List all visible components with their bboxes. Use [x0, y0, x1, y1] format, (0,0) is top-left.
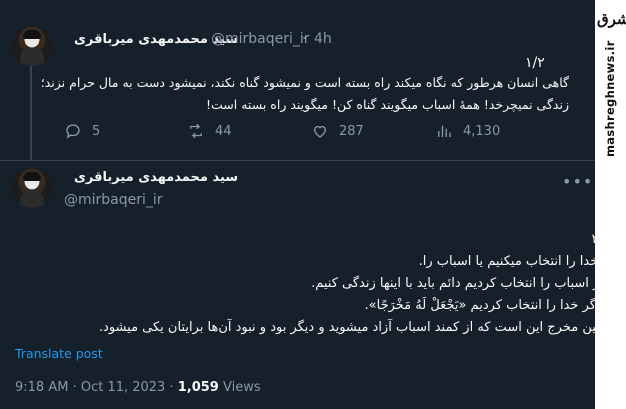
heart-icon — [314, 125, 326, 138]
display-name[interactable]: سید محمدمهدی میرباقری — [74, 170, 238, 185]
repost-count: 44 — [215, 123, 232, 139]
like-count: 287 — [339, 123, 364, 139]
watermark-strip: مشرق mashreghnews.ir — [595, 0, 626, 409]
post-metadata: 9:18 AM · Oct 11, 2023 · 1,059 Views — [15, 380, 261, 395]
tweet-line: اگر اسباب را انتخاب کردیم دائم باید با ا… — [311, 276, 610, 291]
reply-button[interactable]: 5 — [64, 122, 100, 140]
views-button[interactable]: 4,130 — [435, 122, 500, 140]
reply-count: 5 — [92, 123, 101, 139]
post-timestamp[interactable]: 9:18 AM · Oct 11, 2023 · — [15, 380, 178, 395]
time-separator: · — [302, 31, 307, 47]
tweet-text: گاهی انسان هرطور که نگاه میکند راه بسته … — [40, 75, 569, 112]
avatar[interactable] — [12, 168, 52, 208]
site-url: mashreghnews.ir — [603, 40, 617, 157]
turban-shape — [23, 172, 41, 181]
handle[interactable]: @mirbaqeri_ir — [211, 31, 310, 47]
bar-chart-icon — [438, 125, 451, 137]
tweet-text: ۲/۲ یا خدا را انتخاب میکنیم یا اسباب را.… — [50, 229, 610, 339]
repost-button[interactable]: 44 — [187, 122, 232, 140]
thread-connector-line — [30, 66, 32, 160]
tweet-line: اولین مخرج این است که از کمند اسباب آزاد… — [98, 320, 610, 335]
thread-index: ۱/۲ — [525, 55, 545, 71]
translate-post-link[interactable]: Translate post — [15, 346, 103, 361]
reply-icon — [66, 124, 80, 139]
tweet-line: و اگر خدا را انتخاب کردیم «یَجْعَلْ لَهُ… — [364, 298, 610, 313]
more-options-icon[interactable]: ••• — [562, 172, 593, 191]
views-count: 1,059 — [177, 380, 219, 395]
like-button[interactable]: 287 — [311, 122, 364, 140]
thread-index: ۲/۲ — [50, 229, 610, 251]
avatar[interactable] — [12, 26, 52, 66]
views-label: Views — [218, 380, 261, 395]
post-time[interactable]: 4h — [314, 31, 332, 47]
turban-shape — [23, 30, 41, 39]
tweet-line: یا خدا را انتخاب میکنیم یا اسباب را. — [418, 254, 610, 269]
site-logo: مشرق — [597, 10, 626, 28]
handle[interactable]: @mirbaqeri_ir — [64, 192, 163, 208]
repost-icon — [190, 123, 202, 139]
tweet-1[interactable]: سید محمدمهدی میرباقری @mirbaqeri_ir · 4h… — [0, 0, 595, 160]
view-count: 4,130 — [463, 123, 501, 139]
action-bar: 5 44 287 4,130 — [64, 122, 564, 146]
tweet-divider — [0, 160, 595, 161]
